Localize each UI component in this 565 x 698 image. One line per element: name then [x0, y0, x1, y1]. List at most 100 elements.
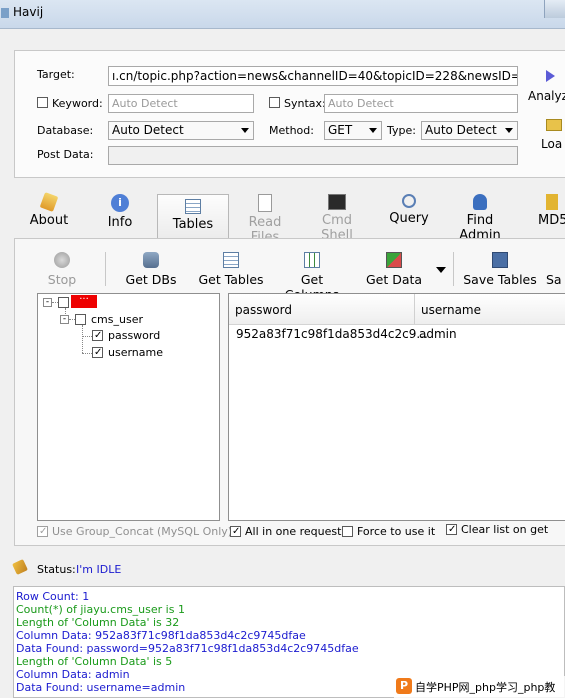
post-data-input[interactable] [108, 146, 518, 165]
keyword-input[interactable]: Auto Detect [108, 94, 254, 113]
syntax-label: Syntax: [284, 97, 326, 110]
all-in-one-label: All in one request. [245, 525, 345, 538]
database-value: Auto Detect [112, 123, 184, 137]
expander-root[interactable]: - [43, 298, 52, 307]
toolbar-separator [453, 252, 454, 286]
tab-info[interactable]: i Info [98, 194, 142, 230]
analyze-button[interactable]: Analyz [526, 66, 565, 106]
tab-find-admin[interactable]: Find Admin [445, 194, 515, 243]
tab-md5[interactable]: MD5 [538, 194, 565, 228]
stop-button[interactable]: Stop [40, 252, 84, 287]
tree-line [82, 325, 83, 353]
watermark: P 自学PHP网_php学习_php教 [394, 676, 565, 698]
database-icon [143, 252, 159, 268]
get-dbs-button[interactable]: Get DBs [124, 252, 178, 287]
database-select[interactable]: Auto Detect [108, 121, 254, 140]
database-label: Database: [37, 124, 94, 137]
expander-table[interactable]: - [60, 315, 69, 324]
chevron-down-icon [369, 128, 377, 133]
user-icon [473, 194, 487, 210]
watermark-logo-icon: P [396, 678, 412, 694]
keyword-checkbox[interactable] [37, 97, 48, 108]
get-data-dropdown-icon[interactable] [436, 267, 446, 273]
get-data-button[interactable]: Get Data [364, 252, 424, 287]
window-control-button[interactable] [544, 0, 565, 18]
about-icon [39, 192, 59, 212]
log-line: Count(*) of jiayu.cms_user is 1 [16, 603, 185, 616]
cell-password: 952a83f71c98f1da853d4c2c9... [236, 327, 428, 341]
tab-label: MD5 [538, 213, 565, 228]
play-icon [546, 70, 555, 82]
log-line: Column Data: 952a83f71c98f1da853d4c2c974… [16, 629, 306, 642]
tab-tables[interactable]: Tables [157, 194, 229, 238]
cell-username: admin [419, 327, 457, 341]
column-node-checkbox[interactable] [92, 330, 103, 341]
force-checkbox[interactable] [342, 526, 353, 537]
method-value: GET [328, 123, 353, 137]
analyze-label: Analyz [528, 89, 565, 103]
load-button[interactable]: Loa [538, 116, 565, 152]
all-in-one-checkbox[interactable] [230, 526, 241, 537]
column-node-checkbox[interactable] [92, 347, 103, 358]
group-concat-checkbox[interactable] [37, 526, 48, 537]
title-bar: Havij [0, 0, 565, 29]
tree-line [82, 336, 92, 337]
group-concat-label: Use Group_Concat (MySQL Only) [52, 525, 233, 538]
post-data-label: Post Data: [37, 148, 94, 161]
terminal-icon [328, 194, 346, 210]
force-label: Force to use it [357, 525, 436, 538]
sa-button[interactable]: Sa [546, 252, 565, 287]
save-tables-button[interactable]: Save Tables [462, 252, 538, 287]
column-node-label: username [108, 346, 163, 359]
type-label: Type: [387, 124, 416, 137]
sa-label: Sa [546, 272, 562, 287]
app-icon [1, 8, 9, 18]
log-line: Length of 'Column Data' is 5 [16, 655, 173, 668]
table-row[interactable]: 952a83f71c98f1da853d4c2c9... admin [229, 324, 565, 344]
target-url-input[interactable]: ı.cn/topic.php?action=news&channelID=40&… [108, 66, 518, 86]
column-divider[interactable] [414, 294, 415, 324]
stop-label: Stop [47, 272, 77, 287]
tree-line [82, 353, 92, 354]
window-title: Havij [13, 5, 44, 19]
clear-list-label: Clear list on get [461, 523, 549, 536]
save-tables-label: Save Tables [463, 272, 537, 287]
table-node-checkbox[interactable] [75, 314, 86, 325]
log-line: Row Count: 1 [16, 590, 90, 603]
type-select[interactable]: Auto Detect [421, 121, 518, 140]
column-node-label: password [108, 329, 161, 342]
clear-list-checkbox[interactable] [446, 524, 457, 535]
tab-label: Info [107, 215, 133, 230]
table-icon [223, 252, 239, 268]
data-icon [386, 252, 402, 268]
tab-about[interactable]: About [24, 192, 74, 228]
grid-header-row: password username [229, 294, 565, 325]
status-label: Status: [37, 563, 76, 576]
keyword-label: Keyword: [52, 97, 103, 110]
chevron-down-icon [505, 128, 513, 133]
type-value: Auto Detect [425, 123, 497, 137]
tab-cmd-shell[interactable]: Cmd Shell [306, 194, 368, 243]
tabs-bar: About i Info Tables Read Files Cmd Shell… [0, 192, 565, 245]
column-header-password[interactable]: password [235, 303, 292, 317]
method-select[interactable]: GET [324, 121, 382, 140]
syntax-checkbox[interactable] [269, 97, 280, 108]
columns-icon [304, 252, 320, 268]
tree-view[interactable]: - ··· - cms_user password username [37, 293, 220, 521]
get-dbs-label: Get DBs [125, 272, 177, 287]
tab-query[interactable]: Query [389, 194, 429, 226]
file-icon [258, 194, 272, 212]
save-icon [548, 252, 564, 268]
status-icon [12, 559, 28, 575]
column-header-username[interactable]: username [421, 303, 481, 317]
target-label: Target: [37, 68, 75, 81]
info-icon: i [111, 194, 129, 212]
data-grid[interactable]: password username 952a83f71c98f1da853d4c… [228, 293, 565, 521]
get-tables-button[interactable]: Get Tables [196, 252, 266, 287]
load-label: Loa [541, 137, 563, 151]
tab-label: Tables [172, 217, 214, 232]
syntax-input[interactable]: Auto Detect [324, 94, 518, 113]
database-node-checkbox[interactable] [58, 297, 69, 308]
table-node-label: cms_user [91, 313, 143, 326]
get-tables-label: Get Tables [198, 272, 264, 287]
